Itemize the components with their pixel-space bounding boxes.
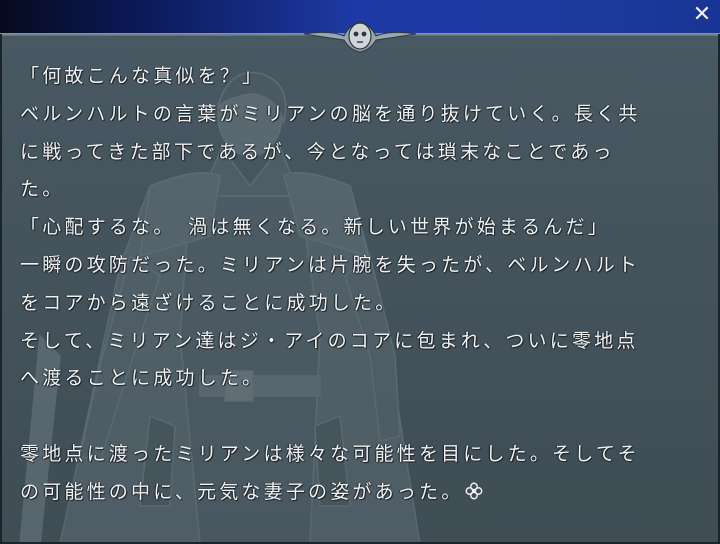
message-line-text: の可能性の中に、元気な妻子の姿があった。 bbox=[20, 480, 464, 503]
frame-left-border bbox=[0, 34, 2, 544]
message-line: へ渡ることに成功した。 bbox=[20, 367, 265, 390]
message-line-blank bbox=[20, 398, 710, 436]
message-line: そして、ミリアン達はジ・アイのコアに包まれ、ついに零地点 bbox=[20, 329, 639, 352]
message-line: をコアから遠ざけることに成功した。 bbox=[20, 291, 398, 314]
message-line: 「何故こんな真似を？」 bbox=[20, 65, 265, 87]
message-window: ✕ 「何故こんな真似を？」 ベルンハルトの言葉がミリアンの脳を通り抜けていく。長… bbox=[0, 0, 720, 544]
skull-crest-icon bbox=[303, 21, 417, 53]
message-line: 「心配するな。 渦は無くなる。新しい世界が始まるんだ」 bbox=[20, 216, 610, 239]
message-line: た。 bbox=[20, 178, 65, 201]
message-line: 一瞬の攻防だった。ミリアンは片腕を失ったが、ベルンハルト bbox=[20, 253, 641, 276]
message-line: に戦ってきた部下であるが、今となっては瑣末なことであっ bbox=[20, 140, 615, 163]
message-text-area[interactable]: 「何故こんな真似を？」 ベルンハルトの言葉がミリアンの脳を通り抜けていく。長く共… bbox=[20, 58, 710, 512]
message-line: 零地点に渡ったミリアンは様々な可能性を目にした。そしてそ bbox=[20, 442, 640, 465]
close-button[interactable]: ✕ bbox=[690, 3, 714, 27]
message-line-last: の可能性の中に、元気な妻子の姿があった。 bbox=[20, 474, 710, 512]
message-line: ベルンハルトの言葉がミリアンの脳を通り抜けていく。長く共 bbox=[20, 102, 641, 125]
clover-cursor-icon bbox=[465, 482, 483, 500]
